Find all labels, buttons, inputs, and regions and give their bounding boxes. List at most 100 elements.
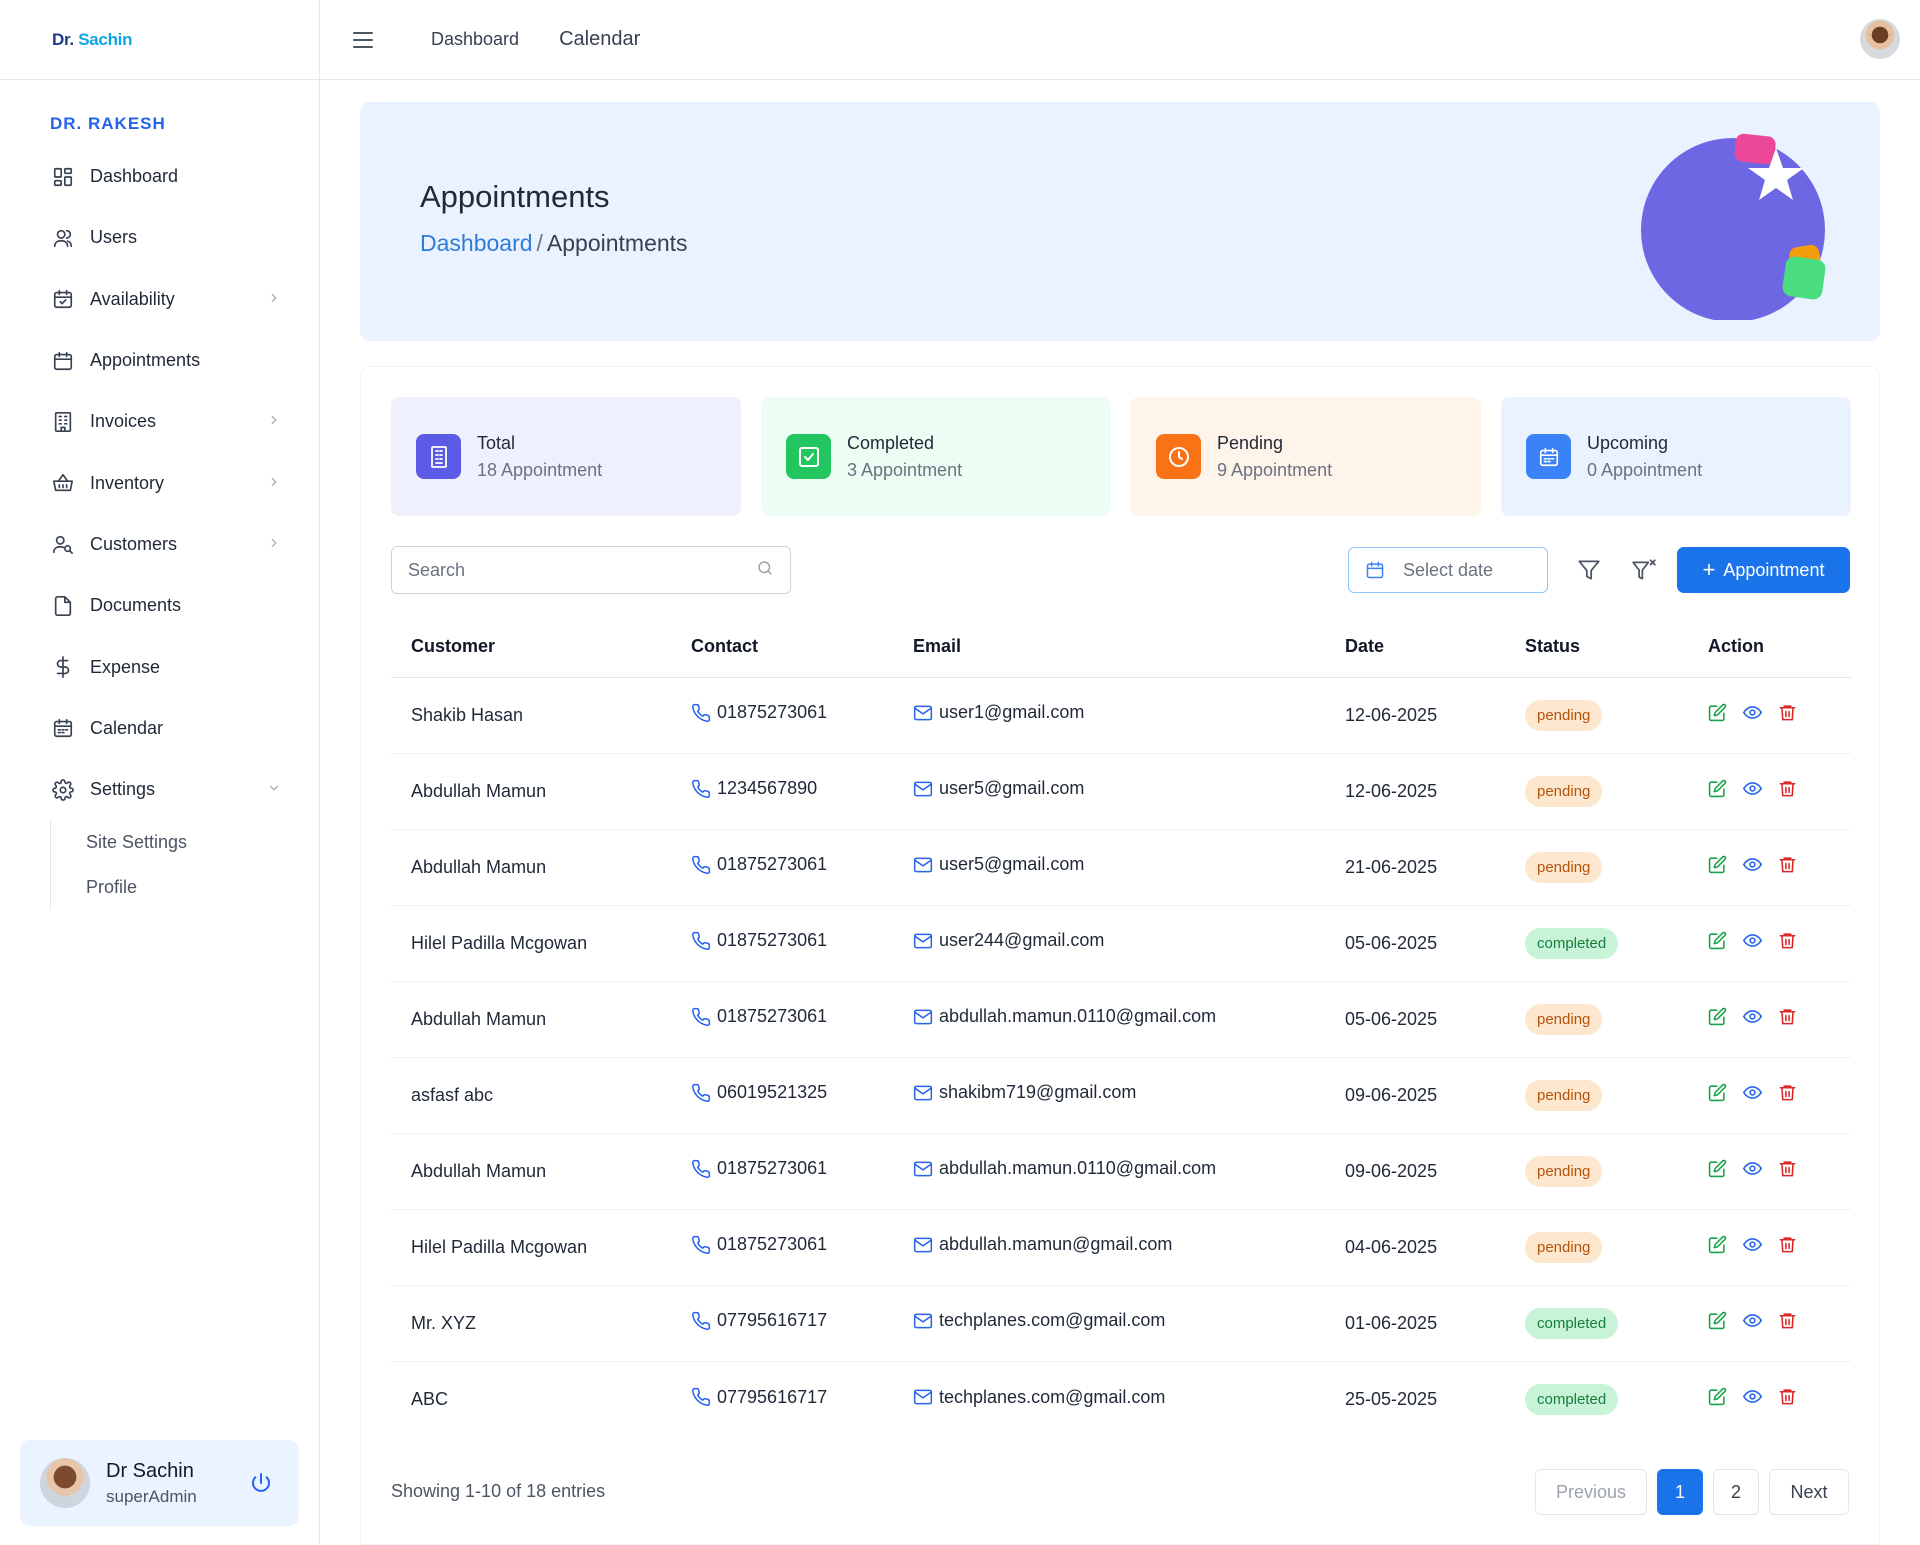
previous-page-button[interactable]: Previous xyxy=(1535,1469,1647,1515)
trash-icon[interactable] xyxy=(1778,931,1797,950)
user-meta: Dr Sachin superAdmin xyxy=(106,1460,243,1507)
cell-email: abdullah.mamun.0110@gmail.com xyxy=(893,1133,1325,1210)
sidebar-item-customers[interactable]: Customers xyxy=(0,514,319,575)
table-row[interactable]: Abdullah Mamun 01875273061 user5@gmail.com… xyxy=(391,829,1851,906)
eye-icon[interactable] xyxy=(1743,1235,1762,1254)
breadcrumb-link-dashboard[interactable]: Dashboard xyxy=(420,230,533,256)
cell-action xyxy=(1688,677,1851,754)
cell-customer: Abdullah Mamun xyxy=(391,829,671,906)
edit-icon[interactable] xyxy=(1708,1083,1727,1102)
top-link-calendar[interactable]: Calendar xyxy=(559,28,640,51)
table-row[interactable]: ABC 07795616717 techplanes.com@gmail.com 25… xyxy=(391,1361,1851,1437)
trash-icon[interactable] xyxy=(1778,703,1797,722)
trash-icon[interactable] xyxy=(1778,1387,1797,1406)
table-row[interactable]: Mr. XYZ 07795616717 techplanes.com@gmail.c… xyxy=(391,1285,1851,1362)
submenu-item-profile[interactable]: Profile xyxy=(86,865,319,910)
search-icon[interactable] xyxy=(756,559,774,582)
settings-submenu: Site Settings Profile xyxy=(50,820,319,911)
sidebar-item-calendar[interactable]: Calendar xyxy=(0,698,319,759)
table-header-row: Customer Contact Email Date Status Actio… xyxy=(391,617,1851,678)
trash-icon[interactable] xyxy=(1778,1235,1797,1254)
trash-icon[interactable] xyxy=(1778,1311,1797,1330)
sidebar-item-expense[interactable]: Expense xyxy=(0,636,319,697)
date-picker[interactable]: Select date xyxy=(1348,547,1548,593)
eye-icon[interactable] xyxy=(1743,1159,1762,1178)
phone-icon xyxy=(691,1159,711,1179)
edit-icon[interactable] xyxy=(1708,1159,1727,1178)
contact-text: 07795616717 xyxy=(717,1310,828,1331)
table-row[interactable]: Hilel Padilla Mcgowan 01875273061 user244@… xyxy=(391,905,1851,982)
user-role: superAdmin xyxy=(106,1486,197,1506)
eye-icon[interactable] xyxy=(1743,931,1762,950)
sidebar-item-inventory[interactable]: Inventory xyxy=(0,452,319,513)
table-row[interactable]: Abdullah Mamun 01875273061 abdullah.mamun.… xyxy=(391,1133,1851,1210)
sidebar-item-settings[interactable]: Settings xyxy=(0,759,319,820)
status-badge: pending xyxy=(1525,1155,1603,1187)
page-1-button[interactable]: 1 xyxy=(1657,1469,1703,1515)
submenu-item-site-settings[interactable]: Site Settings xyxy=(86,820,319,865)
eye-icon[interactable] xyxy=(1743,1007,1762,1026)
top-avatar[interactable] xyxy=(1860,19,1900,59)
clear-filter-button[interactable] xyxy=(1627,553,1661,587)
edit-icon[interactable] xyxy=(1708,931,1727,950)
sidebar-item-label: Documents xyxy=(90,595,182,616)
menu-toggle-button[interactable] xyxy=(351,28,375,52)
email-text: abdullah.mamun@gmail.com xyxy=(939,1234,1173,1255)
cell-action xyxy=(1688,1285,1851,1362)
eye-icon[interactable] xyxy=(1743,779,1762,798)
sidebar-item-appointments[interactable]: Appointments xyxy=(0,330,319,391)
trash-icon[interactable] xyxy=(1778,779,1797,798)
cell-customer: Abdullah Mamun xyxy=(391,981,671,1058)
edit-icon[interactable] xyxy=(1708,1387,1727,1406)
eye-icon[interactable] xyxy=(1743,1387,1762,1406)
add-appointment-button[interactable]: + Appointment xyxy=(1677,547,1850,593)
cell-status: pending xyxy=(1505,981,1688,1058)
table-row[interactable]: Abdullah Mamun 1234567890 user5@gmail.com 1… xyxy=(391,753,1851,830)
next-page-button[interactable]: Next xyxy=(1769,1469,1849,1515)
table-row[interactable]: Hilel Padilla Mcgowan 01875273061 abdullah… xyxy=(391,1209,1851,1286)
stat-card-pending: Pending 9 Appointment xyxy=(1131,397,1481,516)
table-row[interactable]: Abdullah Mamun 01875273061 abdullah.mamun.… xyxy=(391,981,1851,1058)
eye-icon[interactable] xyxy=(1743,1311,1762,1330)
users-icon xyxy=(50,225,76,251)
eye-icon[interactable] xyxy=(1743,855,1762,874)
search-input[interactable] xyxy=(408,559,756,581)
edit-icon[interactable] xyxy=(1708,1007,1727,1026)
edit-icon[interactable] xyxy=(1708,703,1727,722)
trash-icon[interactable] xyxy=(1778,1007,1797,1026)
sidebar-item-dashboard[interactable]: Dashboard xyxy=(0,146,319,207)
eye-icon[interactable] xyxy=(1743,1083,1762,1102)
edit-icon[interactable] xyxy=(1708,855,1727,874)
edit-icon[interactable] xyxy=(1708,1235,1727,1254)
stat-value: 18 Appointment xyxy=(477,459,603,480)
table-row[interactable]: Shakib Hasan 01875273061 user1@gmail.com 12… xyxy=(391,677,1851,754)
stat-text: Completed 3 Appointment xyxy=(847,433,962,481)
table-row[interactable]: asfasf abc 06019521325 shakibm719@gmail.co… xyxy=(391,1057,1851,1134)
edit-icon[interactable] xyxy=(1708,1311,1727,1330)
trash-icon[interactable] xyxy=(1778,1083,1797,1102)
filter-button[interactable] xyxy=(1572,553,1606,587)
sidebar-item-documents[interactable]: Documents xyxy=(0,575,319,636)
email-text: abdullah.mamun.0110@gmail.com xyxy=(939,1006,1217,1027)
avatar[interactable] xyxy=(40,1458,90,1508)
sidebar-item-invoices[interactable]: Invoices xyxy=(0,391,319,452)
building-icon xyxy=(416,434,461,479)
mail-icon xyxy=(913,703,933,723)
edit-icon[interactable] xyxy=(1708,779,1727,798)
email-value: shakibm719@gmail.com xyxy=(913,1082,1136,1103)
trash-icon[interactable] xyxy=(1778,855,1797,874)
logout-button[interactable] xyxy=(243,1465,279,1501)
cell-email: user5@gmail.com xyxy=(893,829,1325,906)
stat-value: 0 Appointment xyxy=(1587,459,1703,480)
page-2-button[interactable]: 2 xyxy=(1713,1469,1759,1515)
row-actions xyxy=(1708,931,1797,950)
logo[interactable]: Dr. Sachin xyxy=(52,30,132,50)
top-link-dashboard[interactable]: Dashboard xyxy=(431,29,519,50)
trash-icon[interactable] xyxy=(1778,1159,1797,1178)
dashboard-icon xyxy=(50,164,76,190)
search-box[interactable] xyxy=(391,546,791,594)
eye-icon[interactable] xyxy=(1743,703,1762,722)
chevron-right-icon xyxy=(267,413,281,430)
sidebar-item-users[interactable]: Users xyxy=(0,207,319,268)
sidebar-item-availability[interactable]: Availability xyxy=(0,269,319,330)
